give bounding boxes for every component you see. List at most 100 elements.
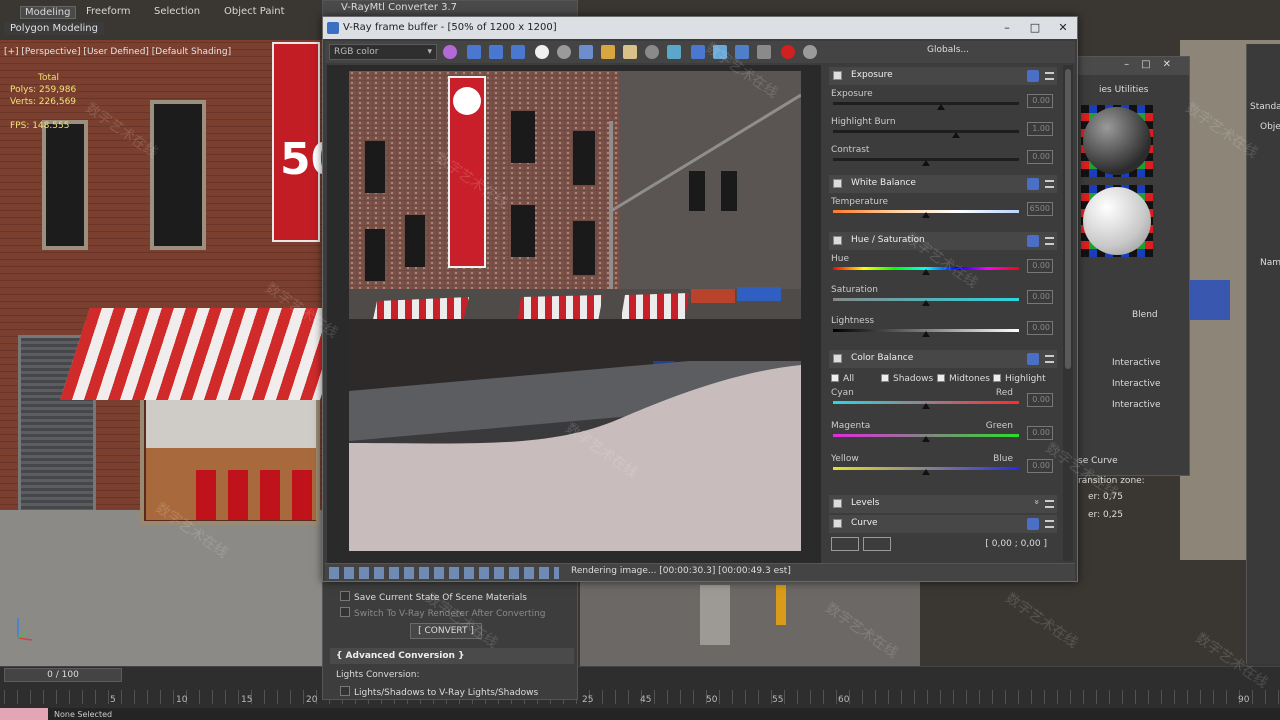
exposure-menu-icon[interactable] [1045,72,1054,80]
command-panel[interactable] [1246,44,1280,664]
render-area[interactable] [327,65,821,565]
color-balance-2-value[interactable]: 0.00 [1027,459,1053,473]
channel-select[interactable]: RGB color [329,44,437,60]
alpha-channel-icon[interactable] [535,45,549,59]
green-channel-icon[interactable] [489,45,503,59]
hue-saturation-rollout[interactable]: Hue / Saturation [829,232,1057,250]
levels-enable-checkbox[interactable] [833,499,842,508]
curve-enable-checkbox[interactable] [833,519,842,528]
advanced-conversion-rollout[interactable]: { Advanced Conversion } [330,648,574,664]
white-balance-rollout[interactable]: White Balance [829,175,1057,193]
material-editor-titlebar[interactable]: –□✕ [1073,57,1189,75]
upper-value[interactable]: er: 0,75 [1088,492,1123,502]
converter-titlebar[interactable]: V-RayMtl Converter 3.7 [323,1,577,17]
color-balance-0-thumb[interactable] [922,403,930,409]
load-image-icon[interactable] [601,45,615,59]
save-state-checkbox[interactable]: Save Current State Of Scene Materials [340,591,527,603]
color-picker-icon[interactable] [443,45,457,59]
render-last-icon[interactable] [757,45,771,59]
color-balance-0-value[interactable]: 0.00 [1027,393,1053,407]
standard-primitives-label[interactable]: Standar [1250,102,1280,112]
lights-shadows-checkbox[interactable]: Lights/Shadows to V-Ray Lights/Shadows [340,686,538,698]
lower-value[interactable]: er: 0,25 [1088,510,1123,520]
hue-sat-1-thumb[interactable] [922,300,930,306]
cc-scroll-thumb[interactable] [1065,69,1071,369]
exposure-0-track[interactable] [833,102,1019,105]
hue-sat-0-thumb[interactable] [922,269,930,275]
region-render-icon[interactable] [667,45,681,59]
stop-render-icon[interactable] [781,45,795,59]
hue-sat-2-thumb[interactable] [922,331,930,337]
material-sphere-dark[interactable] [1083,107,1151,175]
cb-target-checkbox[interactable] [993,374,1001,382]
levels-chevron-icon[interactable]: » [1031,499,1041,505]
save-image-icon[interactable] [579,45,593,59]
exposure-0-thumb[interactable] [936,104,945,110]
color-balance-1-thumb[interactable] [922,436,930,442]
interactive-option[interactable]: Interactive [1112,379,1160,389]
lens-effects-icon[interactable] [713,45,727,59]
hue-sat-2-value[interactable]: 0.00 [1027,321,1053,335]
color-balance-rollout[interactable]: Color Balance [829,350,1057,368]
white-balance-options-icon[interactable] [1027,178,1039,190]
convert-button[interactable]: [ CONVERT ] [410,623,482,639]
cb-target-highlight[interactable]: Highlight [993,374,1046,384]
exposure-2-thumb[interactable] [922,160,930,166]
color-balance-2-thumb[interactable] [922,469,930,475]
white-balance-menu-icon[interactable] [1045,180,1054,188]
tab-modeling[interactable]: Modeling [20,6,76,19]
tab-selection[interactable]: Selection [154,6,200,17]
curve-preset-b[interactable] [863,537,891,551]
material-sphere-white[interactable] [1083,187,1151,255]
window-controls-icon[interactable]: –□✕ [1124,59,1183,70]
blend-button[interactable]: Blend [1132,310,1158,320]
clear-image-icon[interactable] [623,45,637,59]
color-balance-enable-checkbox[interactable] [833,354,842,363]
maxscript-listener[interactable] [0,708,48,720]
minimize-icon[interactable]: – [993,17,1021,39]
exposure-2-value[interactable]: 0.00 [1027,150,1053,164]
color-balance-options-icon[interactable] [1027,353,1039,365]
curve-options-icon[interactable] [1027,518,1039,530]
exposure-enable-checkbox[interactable] [833,71,842,80]
blue-channel-icon[interactable] [511,45,525,59]
interactive-option[interactable]: Interactive [1112,358,1160,368]
tab-object-paint[interactable]: Object Paint [224,6,285,17]
levels-menu-icon[interactable] [1045,500,1054,508]
tab-utilities[interactable]: ies Utilities [1099,85,1148,95]
cb-target-checkbox[interactable] [937,374,945,382]
polygon-modeling-tab[interactable]: Polygon Modeling [4,22,104,35]
red-channel-icon[interactable] [467,45,481,59]
globals-button[interactable]: Globals... [927,45,969,55]
exposure-1-track[interactable] [833,130,1019,133]
vfb-link-icon[interactable] [735,45,749,59]
tab-freeform[interactable]: Freeform [86,6,131,17]
material-editor-window[interactable]: –□✕ ies Utilities [1072,56,1190,476]
maximize-icon[interactable]: □ [1021,17,1049,39]
hue-sat-0-value[interactable]: 0.00 [1027,259,1053,273]
exposure-1-value[interactable]: 1.00 [1027,122,1053,136]
exposure-0-value[interactable]: 0.00 [1027,94,1053,108]
curve-menu-icon[interactable] [1045,520,1054,528]
exposure-options-icon[interactable] [1027,70,1039,82]
hue-sat-1-value[interactable]: 0.00 [1027,290,1053,304]
cb-target-checkbox[interactable] [831,374,839,382]
color-balance-menu-icon[interactable] [1045,355,1054,363]
interactive-option[interactable]: Interactive [1112,400,1160,410]
exposure-rollout[interactable]: Exposure [829,67,1057,85]
vfb-bottom-tools-icon[interactable] [329,567,559,579]
vray-frame-buffer-window[interactable]: V-Ray frame buffer - [50% of 1200 x 1200… [322,16,1078,582]
white-balance-0-thumb[interactable] [922,212,930,218]
vfb-titlebar[interactable]: V-Ray frame buffer - [50% of 1200 x 1200… [323,17,1077,39]
teapot-render-icon[interactable] [803,45,817,59]
switch-renderer-checkbox[interactable]: Switch To V-Ray Renderer After Convertin… [340,607,546,619]
curve-preset-a[interactable] [831,537,859,551]
exposure-1-thumb[interactable] [951,132,960,138]
track-mouse-icon[interactable] [691,45,705,59]
time-slider[interactable]: 0 / 100 [4,668,122,682]
cb-target-midtones[interactable]: Midtones [937,374,990,384]
hue-saturation-enable-checkbox[interactable] [833,236,842,245]
cb-target-shadows[interactable]: Shadows [881,374,933,384]
hue-saturation-options-icon[interactable] [1027,235,1039,247]
white-balance-0-value[interactable]: 6500 [1027,202,1053,216]
